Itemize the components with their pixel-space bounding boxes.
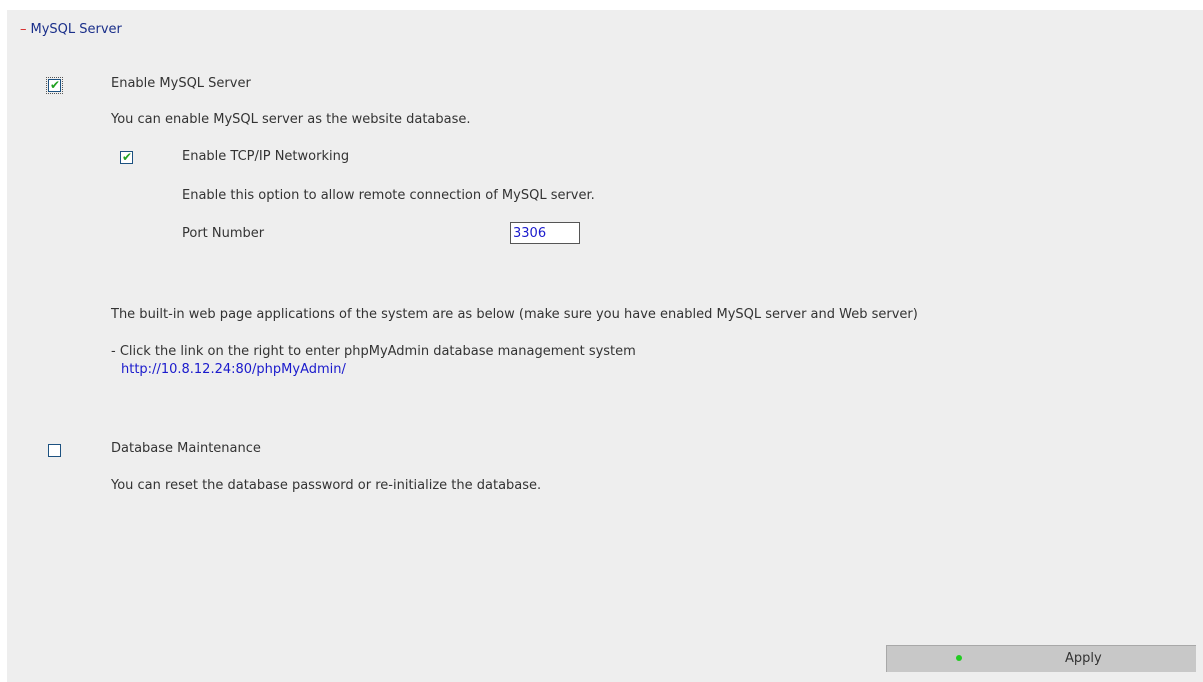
collapse-icon[interactable]: –	[20, 22, 27, 37]
section-header-mysql-server[interactable]: – MySQL Server	[20, 22, 122, 37]
section-title: MySQL Server	[30, 22, 122, 37]
phpmyadmin-link[interactable]: http://10.8.12.24:80/phpMyAdmin/	[121, 362, 346, 377]
enable-tcpip-description: Enable this option to allow remote conne…	[182, 188, 595, 203]
settings-panel: – MySQL Server ✔ Enable MySQL Server You …	[7, 10, 1203, 682]
builtin-apps-description: The built-in web page applications of th…	[111, 307, 918, 322]
checkmark-icon: ✔	[50, 78, 61, 92]
checkmark-icon: ✔	[122, 150, 133, 164]
database-maintenance-label: Database Maintenance	[111, 441, 261, 456]
enable-mysql-description: You can enable MySQL server as the websi…	[111, 112, 471, 127]
enable-tcpip-label: Enable TCP/IP Networking	[182, 149, 350, 164]
port-number-label: Port Number	[182, 226, 265, 241]
status-dot-icon	[956, 655, 962, 661]
enable-mysql-checkbox[interactable]: ✔	[46, 77, 63, 94]
database-maintenance-checkbox[interactable]	[48, 444, 61, 457]
port-number-input[interactable]	[510, 222, 580, 244]
phpmyadmin-note: - Click the link on the right to enter p…	[111, 344, 636, 359]
apply-button-label: Apply	[1065, 651, 1102, 666]
database-maintenance-description: You can reset the database password or r…	[111, 478, 542, 493]
apply-button[interactable]: Apply	[886, 645, 1196, 672]
enable-tcpip-checkbox[interactable]: ✔	[120, 150, 133, 164]
enable-mysql-label: Enable MySQL Server	[111, 76, 251, 91]
